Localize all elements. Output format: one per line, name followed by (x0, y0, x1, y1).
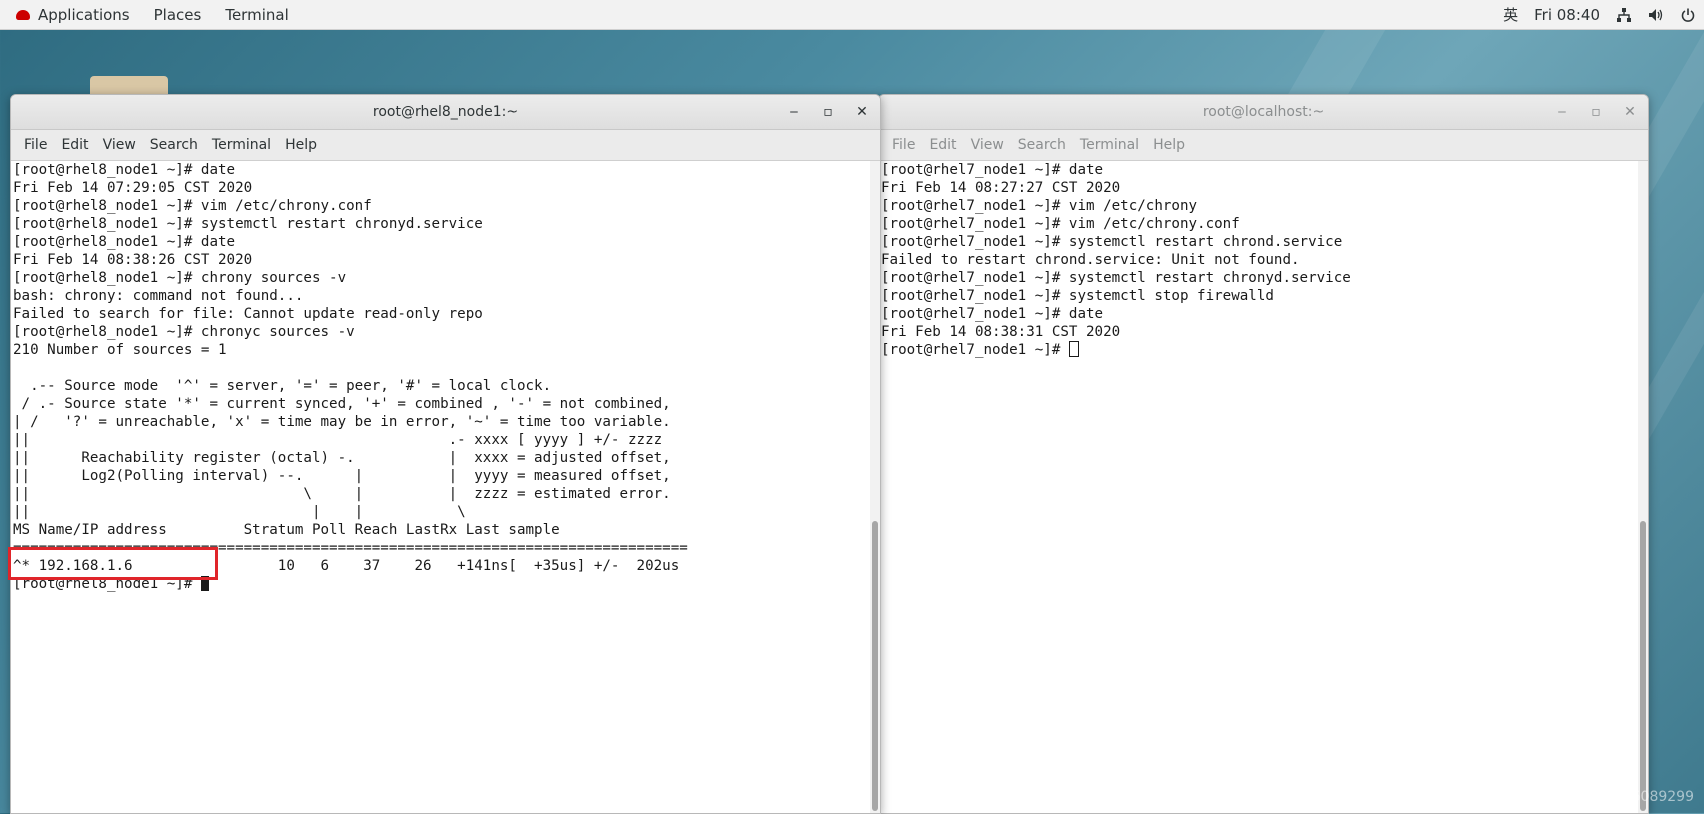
menu-terminal[interactable]: Terminal (1073, 137, 1146, 153)
terminal-line: [root@rhel8_node1 ~]# chrony sources -v (13, 270, 347, 286)
terminal-line: [root@rhel7_node1 ~]# date (881, 162, 1104, 178)
annotation-highlight-box (8, 547, 218, 580)
terminal-line: / .- Source state '*' = current synced, … (13, 396, 671, 412)
terminal-line: || \ | | zzzz = estimated error. (13, 486, 671, 502)
terminal-prompt-line: [root@rhel7_node1 ~]# (881, 341, 1638, 359)
terminal-window-rhel8[interactable]: root@rhel8_node1:~ ‒ ▫ ✕ File Edit View … (10, 94, 881, 814)
terminal-output[interactable]: [root@rhel8_node1 ~]# date Fri Feb 14 07:… (11, 161, 870, 813)
terminal-line: || Reachability register (octal) -. | xx… (13, 450, 671, 466)
terminal-line: [root@rhel7_node1 ~]# systemctl stop fir… (881, 288, 1274, 304)
terminal-line: [root@rhel7_node1 ~]# vim /etc/chrony (881, 198, 1198, 214)
maximize-button[interactable]: ▫ (818, 102, 838, 122)
window-titlebar[interactable]: root@localhost:~ ‒ ▫ ✕ (879, 95, 1648, 130)
scrollbar-thumb[interactable] (872, 521, 878, 811)
menu-file[interactable]: File (17, 137, 54, 153)
menu-view[interactable]: View (964, 137, 1011, 153)
menu-search[interactable]: Search (143, 137, 205, 153)
terminal-app-menu[interactable]: Terminal (213, 6, 300, 24)
scrollbar-thumb[interactable] (1640, 521, 1646, 811)
applications-label: Applications (38, 5, 130, 24)
places-label: Places (153, 5, 202, 24)
window-title: root@rhel8_node1:~ (372, 104, 519, 120)
terminal-line: [root@rhel7_node1 ~]# vim /etc/chrony.co… (881, 216, 1240, 232)
terminal-line: [root@rhel8_node1 ~]# chronyc sources -v (13, 324, 355, 340)
terminal-line: || Log2(Polling interval) --. | | yyyy =… (13, 468, 671, 484)
redhat-logo-icon (16, 9, 30, 20)
terminal-line: [root@rhel7_node1 ~]# systemctl restart … (881, 234, 1343, 250)
watermark: https://blog.csdn.net/qq_46089299 (1448, 789, 1694, 805)
places-menu[interactable]: Places (142, 6, 214, 24)
terminal-line: [root@rhel7_node1 ~]# systemctl restart … (881, 270, 1351, 286)
terminal-line: bash: chrony: command not found... (13, 288, 304, 304)
menu-terminal[interactable]: Terminal (205, 137, 278, 153)
terminal-line: Fri Feb 14 08:38:31 CST 2020 (881, 324, 1121, 340)
terminal-line: || | | \ (13, 504, 466, 520)
maximize-button[interactable]: ▫ (1586, 102, 1606, 122)
terminal-line: Failed to restart chrond.service: Unit n… (881, 252, 1300, 268)
menu-file[interactable]: File (885, 137, 922, 153)
minimize-button[interactable]: ‒ (784, 102, 804, 122)
window-titlebar[interactable]: root@rhel8_node1:~ ‒ ▫ ✕ (11, 95, 880, 130)
terminal-line: [root@rhel8_node1 ~]# vim /etc/chrony.co… (13, 198, 372, 214)
menu-help[interactable]: Help (278, 137, 324, 153)
terminal-line: | / '?' = unreachable, 'x' = time may be… (13, 414, 671, 430)
network-icon[interactable] (1616, 7, 1632, 23)
terminal-line: Fri Feb 14 08:38:26 CST 2020 (13, 252, 253, 268)
scrollbar[interactable] (1638, 161, 1648, 813)
menu-help[interactable]: Help (1146, 137, 1192, 153)
window-title: root@localhost:~ (1202, 104, 1325, 120)
menu-bar: File Edit View Search Terminal Help (879, 130, 1648, 161)
terminal-line: [root@rhel8_node1 ~]# date (13, 234, 236, 250)
volume-icon[interactable] (1648, 7, 1664, 23)
terminal-line: MS Name/IP address Stratum Poll Reach La… (13, 522, 560, 538)
terminal-line: Failed to search for file: Cannot update… (13, 306, 483, 322)
close-button[interactable]: ✕ (1620, 102, 1640, 122)
menu-search[interactable]: Search (1011, 137, 1073, 153)
input-method-indicator[interactable]: 英 (1503, 4, 1518, 25)
menu-view[interactable]: View (96, 137, 143, 153)
applications-menu[interactable]: Applications (4, 6, 142, 24)
minimize-button[interactable]: ‒ (1552, 102, 1572, 122)
clock[interactable]: Fri 08:40 (1534, 6, 1600, 24)
terminal-line: 210 Number of sources = 1 (13, 342, 227, 358)
terminal-line: Fri Feb 14 08:27:27 CST 2020 (881, 180, 1121, 196)
menu-bar: File Edit View Search Terminal Help (11, 130, 880, 161)
menu-edit[interactable]: Edit (922, 137, 963, 153)
top-panel: Applications Places Terminal 英 Fri 08:40 (0, 0, 1704, 30)
terminal-cursor (1068, 341, 1079, 357)
terminal-line: .-- Source mode '^' = server, '=' = peer… (13, 378, 552, 394)
terminal-line: [root@rhel7_node1 ~]# date (881, 306, 1104, 322)
terminal-prompt: [root@rhel7_node1 ~]# (881, 342, 1069, 358)
terminal-window-localhost[interactable]: root@localhost:~ ‒ ▫ ✕ File Edit View Se… (878, 94, 1649, 814)
terminal-label: Terminal (225, 5, 289, 24)
close-button[interactable]: ✕ (852, 102, 872, 122)
power-icon[interactable] (1680, 7, 1696, 23)
terminal-output[interactable]: [root@rhel7_node1 ~]# date Fri Feb 14 08:… (879, 161, 1638, 813)
terminal-line: Fri Feb 14 07:29:05 CST 2020 (13, 180, 253, 196)
terminal-line: [root@rhel8_node1 ~]# systemctl restart … (13, 216, 483, 232)
menu-edit[interactable]: Edit (54, 137, 95, 153)
scrollbar[interactable] (870, 161, 880, 813)
terminal-line: [root@rhel8_node1 ~]# date (13, 162, 236, 178)
terminal-line: || .- xxxx [ yyyy ] +/- zzzz (13, 432, 663, 448)
